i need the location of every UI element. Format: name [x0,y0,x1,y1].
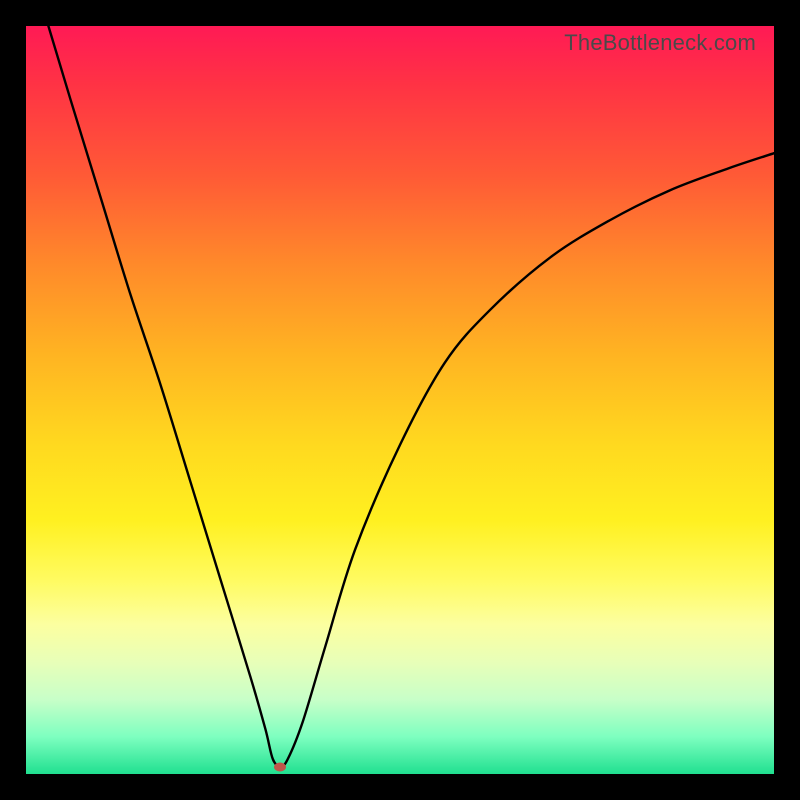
bottleneck-curve [26,26,774,774]
plot-area: TheBottleneck.com [26,26,774,774]
optimal-point-marker [274,762,286,771]
curve-path [48,26,774,767]
chart-frame: TheBottleneck.com [0,0,800,800]
